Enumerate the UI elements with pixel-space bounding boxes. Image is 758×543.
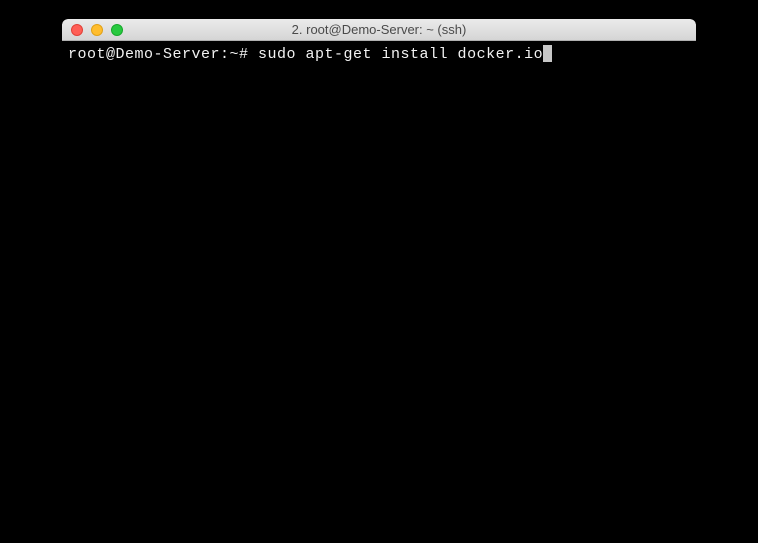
terminal-window: 2. root@Demo-Server: ~ (ssh) root@Demo-S…: [62, 19, 696, 519]
window-title: 2. root@Demo-Server: ~ (ssh): [62, 22, 696, 37]
close-icon[interactable]: [71, 24, 83, 36]
maximize-icon[interactable]: [111, 24, 123, 36]
title-bar[interactable]: 2. root@Demo-Server: ~ (ssh): [62, 19, 696, 41]
terminal-content[interactable]: root@Demo-Server:~# sudo apt-get install…: [62, 41, 696, 69]
traffic-lights: [62, 24, 123, 36]
minimize-icon[interactable]: [91, 24, 103, 36]
shell-prompt: root@Demo-Server:~#: [68, 46, 258, 63]
cursor: [543, 45, 552, 62]
command-text: sudo apt-get install docker.io: [258, 46, 543, 63]
